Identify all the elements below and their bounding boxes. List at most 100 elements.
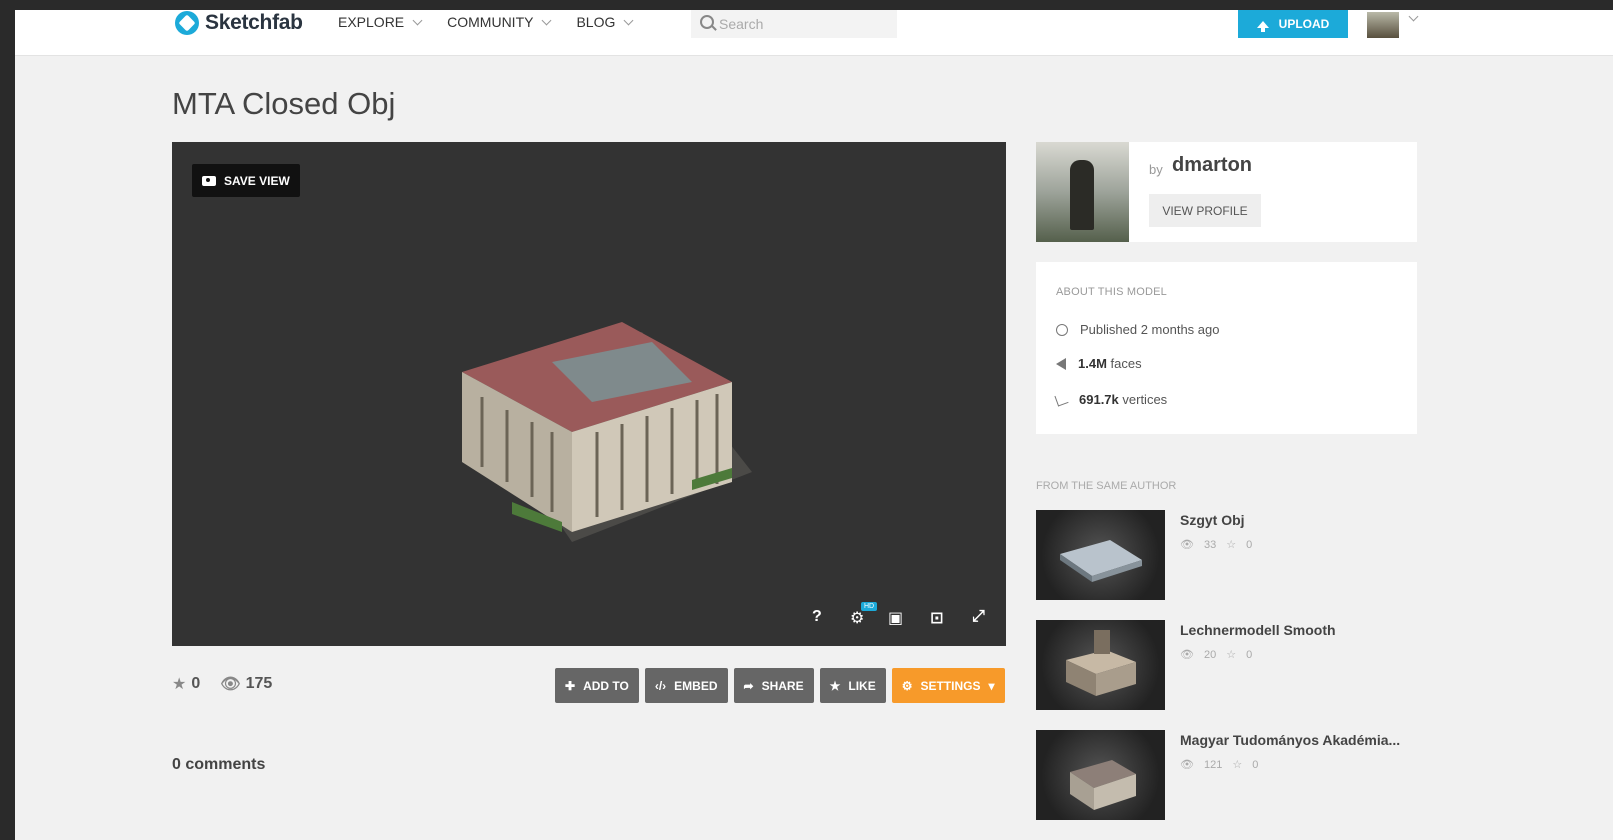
chevron-down-icon <box>412 15 423 26</box>
gear-icon: ⚙ <box>901 678 913 693</box>
same-author-heading: FROM THE SAME AUTHOR <box>1036 480 1177 492</box>
related-model-thumbnail[interactable] <box>1036 730 1165 820</box>
star-icon: ★ <box>172 676 187 693</box>
share-button[interactable]: ➦ SHARE <box>733 668 814 703</box>
like-button[interactable]: ★ LIKE <box>819 668 886 703</box>
model-stats: ★ 0 👁 175 <box>172 674 272 694</box>
faces-text: 1.4M faces <box>1078 356 1142 371</box>
settings-label: SETTINGS <box>920 678 981 693</box>
about-model-card: ABOUT THIS MODEL Published 2 months ago … <box>1036 262 1417 434</box>
nav-community[interactable]: COMMUNITY <box>447 14 552 30</box>
like-count: ★ 0 <box>172 674 200 694</box>
by-label: by <box>1149 162 1163 177</box>
save-view-label: SAVE VIEW <box>224 173 290 188</box>
share-arrow-icon: ➦ <box>743 678 754 693</box>
chevron-down-icon <box>623 15 634 26</box>
model-title: MTA Closed Obj <box>172 86 396 121</box>
eye-icon: 👁 <box>220 676 241 693</box>
hd-badge: HD <box>861 602 877 611</box>
like-count-value: 0 <box>191 675 201 692</box>
view-profile-button[interactable]: VIEW PROFILE <box>1149 194 1261 227</box>
model-actions: ✚ ADD TO ‹/› EMBED ➦ SHARE ★ LIKE ⚙ SETT… <box>555 668 1005 703</box>
related-model-title[interactable]: Magyar Tudományos Akadémia... <box>1180 732 1400 748</box>
author-name[interactable]: dmarton <box>1172 154 1252 177</box>
nav-blog-label: BLOG <box>576 14 616 30</box>
related-views: 121 <box>1203 758 1223 771</box>
model-thumbnail-render <box>1066 630 1136 696</box>
nav-explore-label: EXPLORE <box>338 14 405 30</box>
eye-icon: 👁 <box>1180 539 1194 551</box>
page: Sketchfab EXPLORE COMMUNITY BLOG UPLOAD <box>15 10 1613 840</box>
faces-value: 1.4M <box>1078 356 1107 371</box>
sketchfab-logo[interactable]: Sketchfab <box>175 10 303 36</box>
related-model-item[interactable]: Lechnermodell Smooth 👁 20 ☆ 0 <box>1036 620 1417 710</box>
upload-label: UPLOAD <box>1278 17 1330 31</box>
upload-button[interactable]: UPLOAD <box>1238 10 1348 38</box>
plus-icon: ✚ <box>565 678 576 693</box>
about-heading: ABOUT THIS MODEL <box>1056 286 1167 298</box>
nav-explore[interactable]: EXPLORE <box>338 14 423 30</box>
related-model-title[interactable]: Szgyt Obj <box>1180 512 1245 528</box>
related-model-stats: 👁 121 ☆ 0 <box>1180 758 1259 772</box>
clock-icon <box>1056 323 1068 336</box>
user-avatar[interactable] <box>1367 12 1399 38</box>
related-model-thumbnail[interactable] <box>1036 620 1165 710</box>
faces-row: 1.4M faces <box>1056 356 1142 371</box>
vertices-row: 691.7k vertices <box>1054 392 1167 407</box>
published-row: Published 2 months ago <box>1056 322 1219 337</box>
add-to-button[interactable]: ✚ ADD TO <box>555 668 639 703</box>
star-outline-icon: ☆ <box>1226 539 1237 551</box>
top-navbar: Sketchfab EXPLORE COMMUNITY BLOG UPLOAD <box>15 10 1613 56</box>
author-card: by dmarton VIEW PROFILE <box>1036 142 1417 242</box>
model-viewer[interactable]: SAVE VIEW ? ⚙ HD ▣ ⊡ ⤢ <box>172 142 1006 646</box>
related-likes: 0 <box>1246 538 1253 551</box>
related-model-item[interactable]: Magyar Tudományos Akadémia... 👁 121 ☆ 0 <box>1036 730 1417 820</box>
vertices-label: vertices <box>1122 392 1168 407</box>
related-model-stats: 👁 33 ☆ 0 <box>1180 538 1253 552</box>
save-view-button[interactable]: SAVE VIEW <box>192 164 300 197</box>
embed-button[interactable]: ‹/› EMBED <box>644 668 728 703</box>
eye-icon: 👁 <box>1180 759 1194 771</box>
faces-label: faces <box>1110 356 1142 371</box>
add-to-label: ADD TO <box>583 678 629 693</box>
share-label: SHARE <box>761 678 804 693</box>
view-count-value: 175 <box>245 675 273 692</box>
help-icon[interactable]: ? <box>812 608 822 626</box>
related-model-title[interactable]: Lechnermodell Smooth <box>1180 622 1336 638</box>
vertices-text: 691.7k vertices <box>1079 392 1167 407</box>
embed-label: EMBED <box>674 678 718 693</box>
logo-text: Sketchfab <box>205 11 303 34</box>
related-model-thumbnail[interactable] <box>1036 510 1165 600</box>
chevron-down-icon[interactable] <box>1408 11 1419 22</box>
search-icon <box>700 15 714 29</box>
related-likes: 0 <box>1252 758 1259 771</box>
theater-mode-icon[interactable]: ⊡ <box>930 608 943 628</box>
camera-icon <box>202 175 216 186</box>
comments-count: 0 comments <box>172 756 266 773</box>
main-nav: EXPLORE COMMUNITY BLOG <box>338 14 634 30</box>
view-count: 👁 175 <box>220 674 272 694</box>
author-avatar[interactable] <box>1036 142 1129 242</box>
nav-blog[interactable]: BLOG <box>576 14 634 30</box>
vr-icon[interactable]: ▣ <box>888 608 903 628</box>
related-views: 20 <box>1203 648 1217 661</box>
building-model-render <box>462 322 752 542</box>
eye-icon: 👁 <box>1180 649 1194 661</box>
fullscreen-icon[interactable]: ⤢ <box>972 608 985 626</box>
like-label: LIKE <box>848 678 876 693</box>
related-views: 33 <box>1203 538 1217 551</box>
star-icon: ★ <box>829 678 841 693</box>
star-outline-icon: ☆ <box>1226 649 1237 661</box>
sketchfab-logo-icon <box>175 11 199 35</box>
related-model-item[interactable]: Szgyt Obj 👁 33 ☆ 0 <box>1036 510 1417 600</box>
faces-icon <box>1056 357 1066 370</box>
vertices-value: 691.7k <box>1079 392 1119 407</box>
caret-down-icon: ▾ <box>988 678 995 693</box>
model-thumbnail-render <box>1060 540 1142 582</box>
settings-button[interactable]: ⚙ SETTINGS ▾ <box>891 668 1005 703</box>
search-input[interactable] <box>691 10 897 38</box>
chevron-down-icon <box>542 15 552 26</box>
gear-icon[interactable]: ⚙ <box>850 608 864 628</box>
related-model-stats: 👁 20 ☆ 0 <box>1180 648 1252 662</box>
upload-arrow-icon <box>1256 20 1269 32</box>
